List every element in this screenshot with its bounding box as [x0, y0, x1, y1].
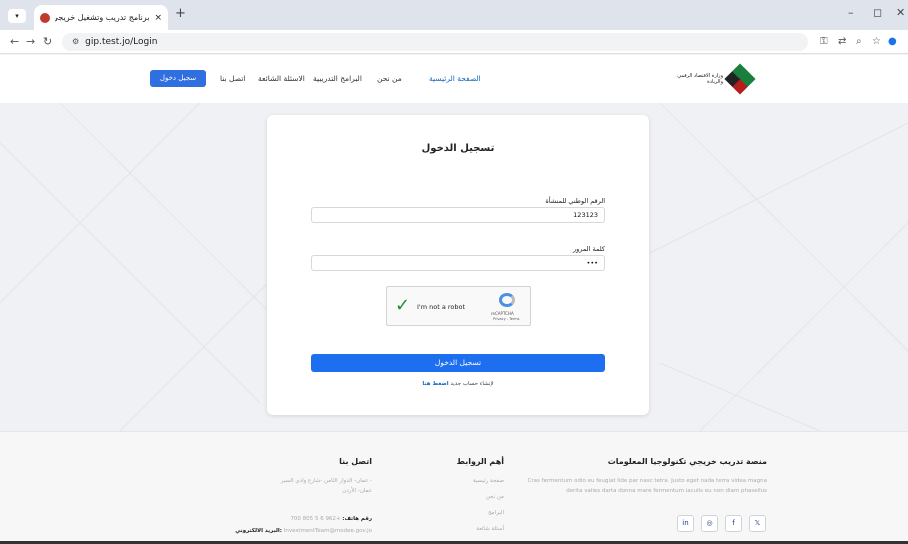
x-twitter-icon[interactable]: 𝕏 [749, 515, 766, 532]
footer-link-faq[interactable]: أسئلة شائعة [476, 526, 504, 532]
footer-address-2: عمان- الأردن [342, 488, 372, 494]
tab-title: برنامج تدريب وتشغيل خريجي الات [55, 13, 150, 22]
phone-value: +962 6 5 805 700 [290, 516, 341, 522]
footer-brand-title: منصة تدريب خريجي تكنولوجيا المعلومات [607, 457, 767, 466]
signup-prompt: لإنشاء حساب جديد اضغط هنا [267, 381, 649, 387]
email-label: البريد الالكتروني: [235, 528, 282, 534]
logo-text: وزارة الاقتصاد الرقمي والريادة [677, 73, 723, 85]
nav-programs[interactable]: البرامج التدريبية [313, 74, 362, 83]
reload-icon[interactable]: ↻ [43, 35, 52, 48]
tab-search-button[interactable]: ▾ [8, 9, 26, 23]
captcha-privacy-links[interactable]: Privacy - Terms [493, 317, 519, 321]
captcha-checkmark-icon[interactable]: ✓ [395, 295, 410, 316]
facebook-icon[interactable]: f [725, 515, 742, 532]
page-content: وزارة الاقتصاد الرقمي والريادة الصفحة ال… [0, 55, 908, 544]
footer-contact-title: اتصل بنا [339, 457, 372, 466]
ministry-logo[interactable]: وزارة الاقتصاد الرقمي والريادة [673, 63, 763, 95]
nav-contact[interactable]: اتصل بنا [220, 74, 245, 83]
footer-link-about[interactable]: من نحن [486, 494, 504, 500]
back-arrow-icon[interactable]: ← [10, 35, 19, 48]
recaptcha-widget[interactable]: ✓ I'm not a robot reCAPTCHA Privacy - Te… [386, 286, 531, 326]
password-input[interactable]: ••• [311, 255, 605, 271]
browser-tabstrip: ▾ برنامج تدريب وتشغيل خريجي الات × + – ◻… [0, 0, 908, 30]
translate-icon[interactable]: ⇄ [838, 36, 846, 47]
footer-phone: رقم هاتف: +962 6 5 805 700 [290, 516, 372, 522]
signup-link[interactable]: اضغط هنا [422, 381, 448, 387]
browser-toolbar: ← → ↻ ⚙ gip.test.jo/Login ⚿ ⇄ ⌕ ☆ ● [0, 30, 908, 54]
login-title: تسجيل الدخول [421, 143, 495, 154]
footer-link-programs[interactable]: البرامج [488, 510, 504, 516]
url-text: gip.test.jo/Login [85, 37, 158, 47]
instagram-icon[interactable]: ◎ [701, 515, 718, 532]
nav-home[interactable]: الصفحة الرئيسية [429, 74, 481, 83]
forward-arrow-icon[interactable]: → [26, 35, 35, 48]
register-button[interactable]: سجيل دخول [150, 70, 206, 87]
site-favicon-icon [40, 12, 50, 23]
tab-close-icon[interactable]: × [154, 13, 162, 23]
signup-text: لإنشاء حساب جديد [450, 381, 494, 387]
footer-email: البريد الالكتروني: InvestmentTeam@modee.… [235, 528, 372, 534]
logo-emblem-icon [724, 63, 756, 95]
footer-brand-desc-1: Cras fermentum odio eu feugiat lide par … [527, 478, 767, 484]
browser-tab[interactable]: برنامج تدريب وتشغيل خريجي الات × [34, 5, 168, 30]
national-id-input[interactable]: 123123 [311, 207, 605, 223]
nav-faq[interactable]: الاسئلة الشائعة [258, 74, 305, 83]
password-key-icon[interactable]: ⚿ [820, 36, 828, 47]
nav-about[interactable]: من نحن [377, 74, 402, 83]
profile-icon[interactable]: ● [888, 36, 897, 47]
site-header: وزارة الاقتصاد الرقمي والريادة الصفحة ال… [0, 55, 908, 103]
window-minimize-button[interactable]: – [848, 6, 854, 19]
linkedin-icon[interactable]: in [677, 515, 694, 532]
login-card: تسجيل الدخول الرقم الوطني للمنشأة 123123… [267, 115, 649, 415]
captcha-brand: reCAPTCHA [491, 311, 514, 316]
window-close-button[interactable]: ✕ [896, 6, 905, 19]
phone-label: رقم هاتف: [342, 516, 372, 522]
site-info-icon[interactable]: ⚙ [72, 37, 79, 46]
bookmark-star-icon[interactable]: ☆ [872, 36, 881, 47]
site-footer: منصة تدريب خريجي تكنولوجيا المعلومات Cra… [0, 431, 908, 544]
footer-links-title: أهم الروابط [456, 457, 504, 466]
footer-address-1: عمان- الدوار الثامن -شارع وادي السير - [280, 478, 372, 484]
email-value[interactable]: InvestmentTeam@modee.gov.jo [284, 528, 372, 534]
new-tab-button[interactable]: + [175, 6, 186, 21]
captcha-label: I'm not a robot [417, 303, 466, 311]
login-submit-button[interactable]: تسجيل الدخول [311, 354, 605, 372]
password-label: كلمة المرور [573, 245, 605, 253]
footer-link-home[interactable]: صفحة رئيسية [473, 478, 504, 484]
window-maximize-button[interactable]: ◻ [873, 6, 882, 19]
zoom-icon[interactable]: ⌕ [856, 36, 862, 47]
national-id-label: الرقم الوطني للمنشأة [545, 197, 605, 205]
recaptcha-logo-icon [499, 293, 515, 307]
footer-brand-desc-2: derita valies darta donna mare fermentum… [566, 488, 767, 494]
address-bar[interactable]: ⚙ gip.test.jo/Login [62, 33, 808, 51]
